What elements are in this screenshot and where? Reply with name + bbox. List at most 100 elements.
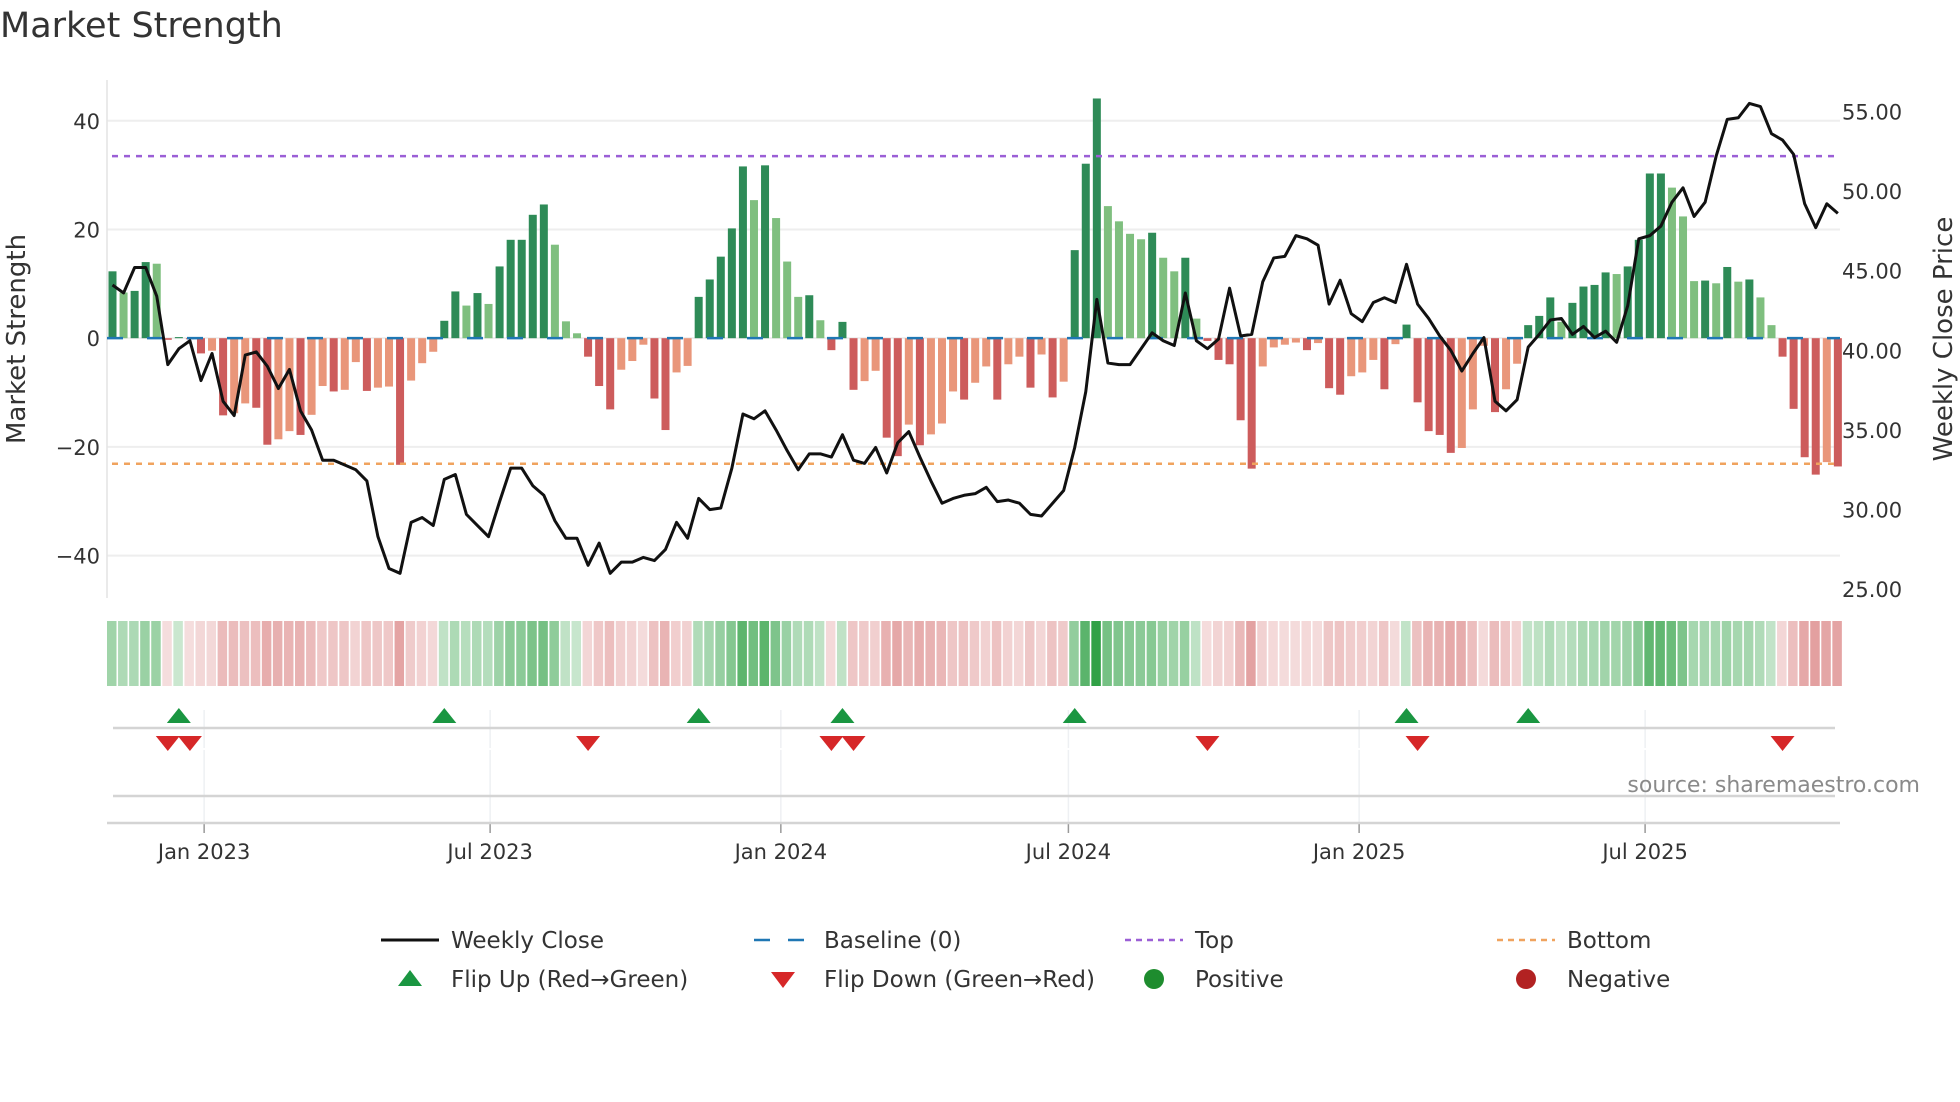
strength-bar [539, 204, 548, 339]
strength-heat-cell [991, 621, 1002, 686]
y-tick-label: −20 [56, 436, 100, 460]
strength-bar [396, 338, 405, 465]
strength-heat-cell [1456, 621, 1466, 686]
strength-heat-cell [1788, 621, 1798, 686]
strength-heat-cell [1766, 621, 1776, 686]
strength-heat-cell [516, 621, 526, 686]
strength-bar [1114, 221, 1123, 339]
flip-down-marker [1770, 736, 1795, 751]
y2-tick-label: 55.00 [1842, 100, 1902, 124]
strength-heat-cell [1179, 621, 1190, 686]
strength-heat-cell [1832, 621, 1842, 686]
strength-bar [1380, 338, 1389, 390]
strength-bar [738, 166, 747, 339]
strength-heat-cell [914, 621, 924, 686]
x-tick-label: Jan 2025 [1311, 840, 1406, 864]
y-axis-label: Market Strength [2, 234, 32, 444]
strength-heat-cell [1312, 621, 1323, 686]
strength-heat-cell [715, 621, 725, 686]
strength-heat-cell [1378, 621, 1389, 686]
y2-axis-label: Weekly Close Price [1929, 217, 1959, 462]
flip-down-marker [1195, 736, 1220, 751]
strength-bar [252, 338, 261, 408]
strength-heat-cell [1080, 621, 1090, 686]
strength-bar [208, 338, 217, 351]
strength-bar [705, 279, 714, 339]
strength-heat-cell [1555, 621, 1566, 686]
strength-heat-cell [118, 621, 128, 686]
strength-bar [1778, 338, 1787, 357]
flip-down-marker [155, 736, 180, 751]
strength-heat-cell [460, 621, 471, 686]
strength-bar [1236, 338, 1245, 421]
strength-bar [1800, 338, 1809, 458]
strength-bar [860, 338, 869, 382]
strength-heat-cell [471, 621, 482, 686]
strength-heat-cell [1522, 621, 1533, 686]
strength-heat-cell [1135, 621, 1146, 686]
strength-heat-cell [1257, 621, 1267, 686]
strength-bar [429, 338, 438, 352]
strength-bar [1745, 279, 1754, 339]
strength-bar [827, 338, 836, 351]
strength-heat-cell [272, 621, 283, 686]
strength-heat-cell [682, 621, 692, 686]
strength-heat-cell [947, 621, 958, 686]
strength-bar [1026, 338, 1035, 388]
strength-heat-cell [361, 621, 371, 686]
strength-heat-cell [1821, 621, 1831, 686]
strength-heat-cell [1721, 621, 1732, 686]
strength-heat-cell [1467, 621, 1477, 686]
strength-bar [1004, 338, 1013, 365]
strength-bar [871, 338, 880, 371]
strength-heat-cell [1091, 621, 1101, 686]
strength-heat-cell [173, 621, 183, 686]
legend-circle-icon [1516, 969, 1536, 989]
strength-bar [661, 338, 670, 431]
strength-heat-cell [1810, 621, 1820, 686]
legend-circle-icon [1144, 969, 1164, 989]
strength-bar [584, 338, 593, 357]
strength-bar [462, 305, 471, 339]
strength-bar [1811, 338, 1820, 475]
strength-bar [1225, 338, 1234, 365]
strength-bar [1037, 338, 1046, 355]
strength-bar [926, 338, 935, 435]
strength-bar [1203, 338, 1212, 341]
strength-bar [362, 338, 371, 391]
strength-heat-cell [870, 621, 880, 686]
x-tick-label: Jan 2024 [733, 840, 828, 864]
strength-bar [683, 338, 692, 366]
y-tick-label: 20 [73, 218, 100, 242]
strength-heat-cell [571, 621, 582, 686]
legend-label: Flip Down (Green→Red) [824, 967, 1095, 993]
strength-bar [1723, 266, 1732, 339]
strength-heat-cell [1146, 621, 1157, 686]
strength-bar [794, 296, 803, 339]
strength-heat-cell [1246, 621, 1256, 686]
strength-heat-cell [206, 621, 217, 686]
strength-heat-cell [1777, 621, 1787, 686]
strength-heat-cell [648, 621, 659, 686]
strength-bar [296, 338, 305, 435]
strength-heat-cell [416, 621, 427, 686]
strength-bar [1756, 297, 1765, 339]
strength-bar [716, 256, 725, 339]
strength-heat-cell [283, 621, 294, 686]
strength-heat-cell [239, 621, 250, 686]
strength-heat-cell [1401, 621, 1411, 686]
strength-heat-cell [438, 621, 449, 686]
strength-heat-cell [538, 621, 548, 686]
strength-heat-cell [549, 621, 559, 686]
strength-bar [1358, 338, 1367, 373]
strength-heat-cell [693, 621, 703, 686]
strength-bar [1502, 338, 1511, 390]
strength-heat-cell [1168, 621, 1179, 686]
legend-label: Weekly Close [451, 928, 604, 954]
strength-heat-cell [1113, 621, 1123, 686]
strength-bar [174, 337, 183, 339]
legend-triangle-down-icon [771, 972, 795, 988]
legend-label: Bottom [1567, 928, 1651, 954]
strength-bar [650, 338, 659, 399]
strength-heat-cell [527, 621, 537, 686]
